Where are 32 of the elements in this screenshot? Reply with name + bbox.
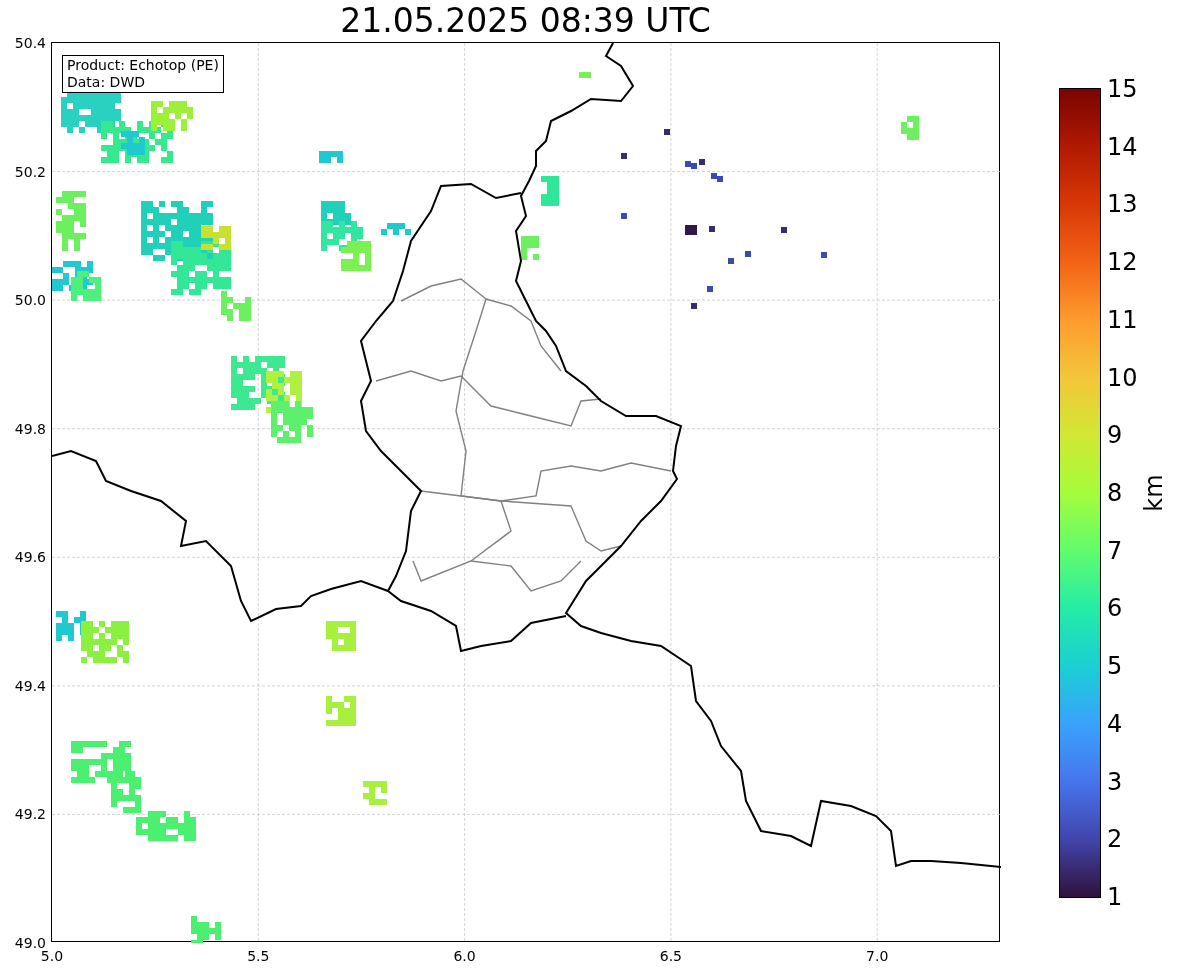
y-tick-label: 49.2 [14,806,46,823]
y-tick-label: 49.8 [14,420,46,437]
colorbar-tick-label: 12 [1107,249,1138,276]
chart-title: 21.05.2025 08:39 UTC [340,0,711,42]
colorbar-tick-label: 10 [1107,364,1138,391]
colorbar-tick-label: 13 [1107,191,1138,218]
y-tick-label: 49.0 [14,935,46,951]
colorbar-tick-label: 3 [1107,768,1123,795]
y-tick-label: 49.6 [14,549,46,566]
colorbar-label: km [1139,474,1169,512]
colorbar-tick-label: 1 [1107,884,1123,910]
colorbar-tick-label: 7 [1107,537,1123,564]
y-tick-label: 50.4 [14,35,46,51]
x-tick-label: 6.0 [452,948,477,964]
colorbar-tick-label: 4 [1107,710,1123,737]
colorbar-tick-label: 6 [1107,595,1123,622]
x-tick-label: 7.0 [865,948,890,964]
info-text: Data: DWD [67,74,146,91]
info-text: Product: Echotop (PE) [67,57,219,74]
y-tick-label: 50.0 [14,292,46,309]
colorbar-tick-label: 9 [1107,422,1123,449]
colorbar-tick-label: 14 [1107,133,1138,160]
x-tick-label: 6.5 [658,948,684,964]
x-tick-label: 5.0 [39,948,65,964]
colorbar-tick-label: 15 [1107,76,1138,102]
y-tick-label: 50.2 [14,163,46,180]
colorbar-tick-label: 2 [1107,826,1123,853]
colorbar-tick-label: 8 [1107,480,1123,506]
colorbar-tick-label: 11 [1107,306,1138,333]
colorbar-tick-label: 5 [1107,653,1123,680]
y-tick-label: 49.4 [14,677,46,694]
x-tick-label: 5.5 [246,948,271,964]
